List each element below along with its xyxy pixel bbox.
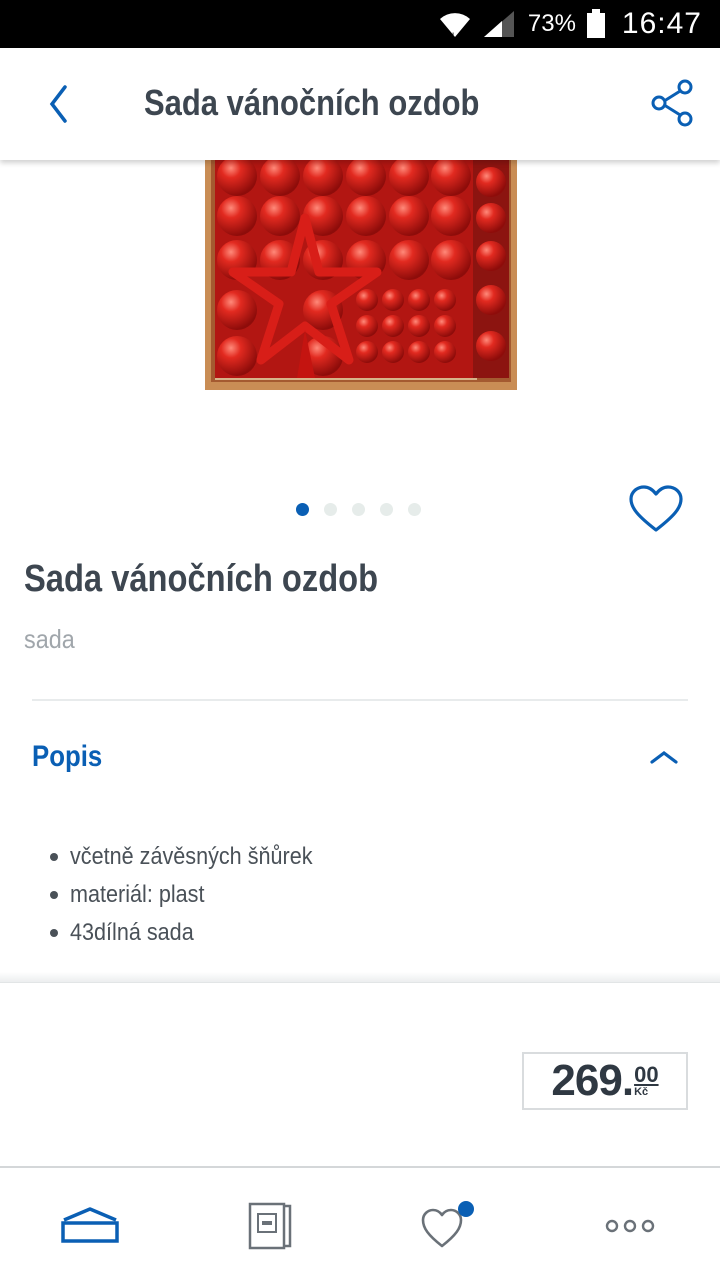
nav-favorites[interactable] [410, 1196, 490, 1256]
carousel-dot[interactable] [408, 502, 421, 516]
favorites-icon [421, 1201, 474, 1248]
section-separator [0, 972, 720, 982]
description-section-title[interactable]: Popis [32, 740, 102, 774]
page-title: Sada vánočních ozdob [144, 82, 480, 123]
battery-icon [586, 9, 606, 39]
carousel-dot[interactable] [324, 502, 337, 516]
wifi-icon: ⇅ [438, 9, 472, 39]
nav-more[interactable] [590, 1196, 670, 1256]
price-currency: Kč [634, 1086, 649, 1098]
product-image[interactable] [205, 160, 517, 392]
chevron-left-icon [49, 85, 67, 123]
nav-leaflet[interactable] [230, 1196, 310, 1256]
app-bar: Sada vánočních ozdob [0, 48, 720, 160]
signal-icon [482, 9, 516, 39]
carousel-dot[interactable] [380, 502, 393, 516]
share-icon [651, 79, 693, 127]
favorite-button[interactable] [628, 484, 684, 534]
price-side: 00 Kč [634, 1062, 659, 1099]
collapse-toggle[interactable] [648, 745, 680, 769]
carousel-dot[interactable] [352, 502, 365, 516]
clock: 16:47 [621, 7, 702, 40]
price-tag: 269. 00 Kč [522, 1052, 688, 1110]
list-item: materiál: plast [50, 876, 339, 914]
more-icon [605, 1219, 655, 1233]
bullet-icon [50, 891, 58, 899]
bullet-icon [50, 929, 58, 937]
leaflet-icon [248, 1202, 292, 1250]
svg-text:⇅: ⇅ [448, 32, 456, 39]
carousel-dot[interactable] [296, 502, 309, 516]
heart-outline-icon [629, 485, 683, 532]
product-subtitle: sada [24, 624, 75, 654]
list-item: včetně závěsných šňůrek [50, 838, 339, 876]
product-title: Sada vánočních ozdob [24, 558, 379, 600]
back-button[interactable] [36, 78, 80, 130]
description-list: včetně závěsných šňůrek materiál: plast … [50, 838, 339, 952]
nav-home[interactable] [50, 1196, 130, 1256]
list-item: 43dílná sada [50, 914, 339, 952]
carousel-indicator [296, 502, 436, 516]
bottom-navigation [0, 1166, 720, 1282]
price-dot: . [621, 1056, 634, 1105]
battery-percent: 73% [527, 10, 576, 37]
price-main: 269 [551, 1056, 622, 1105]
favorites-badge [458, 1201, 474, 1217]
chevron-up-icon [650, 751, 678, 764]
home-icon [61, 1207, 119, 1243]
divider [32, 699, 688, 701]
share-button[interactable] [646, 76, 700, 130]
status-bar: ⇅ 73% 16:47 [0, 0, 720, 48]
bullet-icon [50, 853, 58, 861]
price-cents: 00 [634, 1062, 659, 1087]
